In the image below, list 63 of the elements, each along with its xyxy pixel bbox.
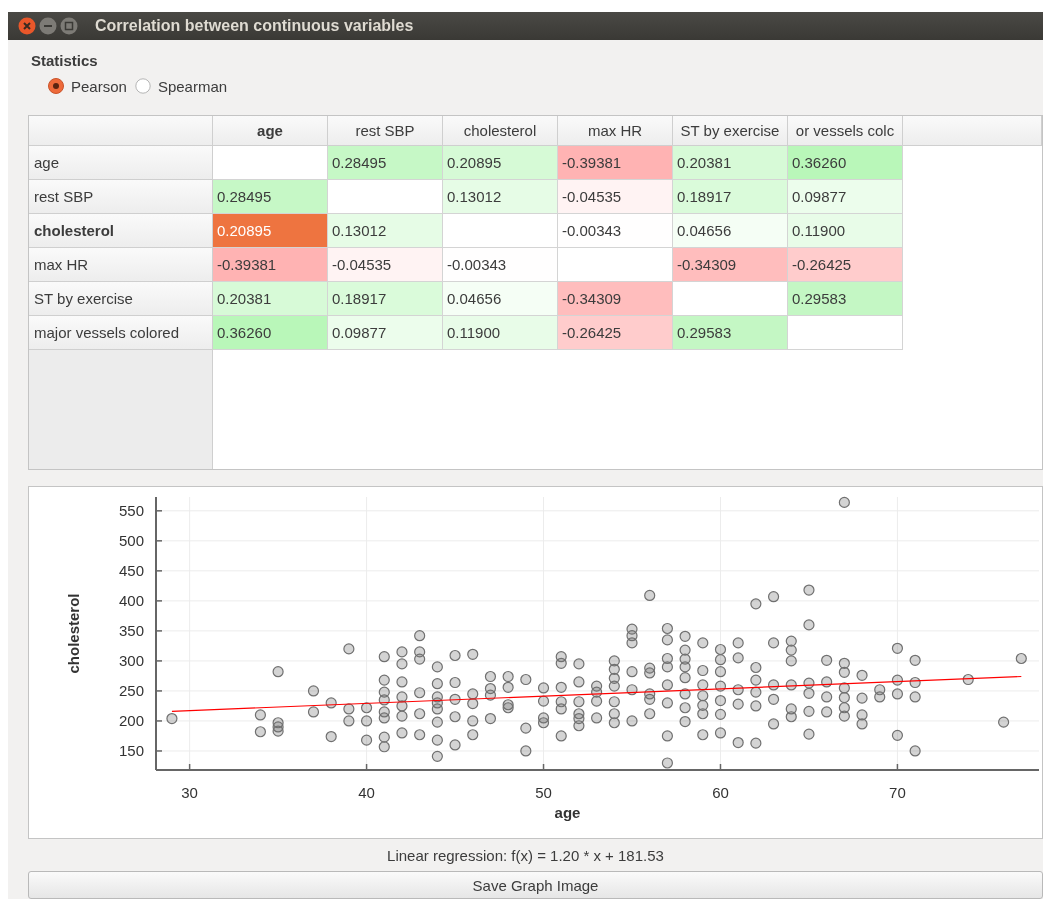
save-button[interactable]: Save Graph Image [28, 871, 1043, 899]
table-cell[interactable]: 0.09877 [328, 316, 443, 350]
table-cell[interactable]: -0.26425 [788, 248, 903, 282]
table-cell[interactable]: -0.00343 [443, 248, 558, 282]
table-cell[interactable]: 0.29583 [673, 316, 788, 350]
tick-label: 200 [118, 711, 144, 729]
table-cell[interactable]: -0.26425 [558, 316, 673, 350]
tick-label: 50 [535, 784, 552, 801]
row-header[interactable]: max HR [29, 248, 213, 282]
row-header[interactable]: major vessels colored [29, 316, 213, 350]
table-cell[interactable]: 0.20381 [673, 146, 788, 180]
tick-label: 60 [712, 784, 729, 801]
table-cell[interactable]: 0.13012 [443, 180, 558, 214]
table-cell[interactable]: -0.04535 [558, 180, 673, 214]
tick-label: 30 [181, 784, 198, 801]
table-cell[interactable]: 0.09877 [788, 180, 903, 214]
table-cell[interactable]: -0.04535 [328, 248, 443, 282]
table-cell[interactable]: 0.36260 [788, 146, 903, 180]
table-cell[interactable]: 0.28495 [328, 146, 443, 180]
column-header[interactable]: max HR [558, 116, 673, 146]
table-cell[interactable]: 0.11900 [443, 316, 558, 350]
tick-label: 300 [118, 651, 144, 669]
column-header[interactable]: age [213, 116, 328, 146]
tick-label: 550 [118, 501, 144, 519]
table-cell[interactable]: 0.20381 [213, 282, 328, 316]
radio-option[interactable]: Pearson [48, 77, 127, 95]
x-axis-title: age [554, 804, 581, 821]
tick-label: 250 [118, 681, 144, 699]
table-cell[interactable]: -0.39381 [558, 146, 673, 180]
row-header[interactable]: ST by exercise [29, 282, 213, 316]
row-header[interactable]: age [29, 146, 213, 180]
tick-label: 70 [889, 784, 906, 801]
tick-label: 450 [118, 561, 144, 579]
column-header[interactable]: or vessels colc [788, 116, 903, 146]
table-cell[interactable]: 0.20895 [443, 146, 558, 180]
column-header[interactable]: ST by exercise [673, 116, 788, 146]
table-cell[interactable]: 0.04656 [673, 214, 788, 248]
table-cell[interactable]: 0.28495 [213, 180, 328, 214]
table-cell[interactable]: -0.34309 [673, 248, 788, 282]
table-cell[interactable]: 0.11900 [788, 214, 903, 248]
table-cell[interactable]: 0.36260 [213, 316, 328, 350]
tick-label: 150 [118, 741, 144, 759]
table-cell[interactable]: -0.00343 [558, 214, 673, 248]
table-cell[interactable]: 0.13012 [328, 214, 443, 248]
table-cell[interactable]: 0.04656 [443, 282, 558, 316]
section-label: Statistics [31, 52, 98, 69]
tick-label: 500 [118, 531, 144, 549]
row-header[interactable]: cholesterol [29, 214, 213, 248]
tick-label: 400 [118, 591, 144, 609]
table-cell[interactable]: 0.18917 [328, 282, 443, 316]
tick-label: 40 [358, 784, 375, 801]
table-cell[interactable]: -0.34309 [558, 282, 673, 316]
regression-text: Linear regression: f(x) = 1.20 * x + 181.53 [387, 847, 665, 865]
table-cell[interactable]: 0.29583 [788, 282, 903, 316]
row-header[interactable]: rest SBP [29, 180, 213, 214]
window-title: Correlation between continuous variables [95, 17, 414, 35]
table-cell[interactable]: 0.18917 [673, 180, 788, 214]
y-axis-title: cholesterol [65, 593, 82, 674]
column-header[interactable]: rest SBP [328, 116, 443, 146]
radio-option[interactable]: Spearman [134, 77, 228, 95]
table-cell[interactable]: -0.39381 [213, 248, 328, 282]
tick-label: 350 [118, 621, 144, 639]
column-header[interactable]: cholesterol [443, 116, 558, 146]
